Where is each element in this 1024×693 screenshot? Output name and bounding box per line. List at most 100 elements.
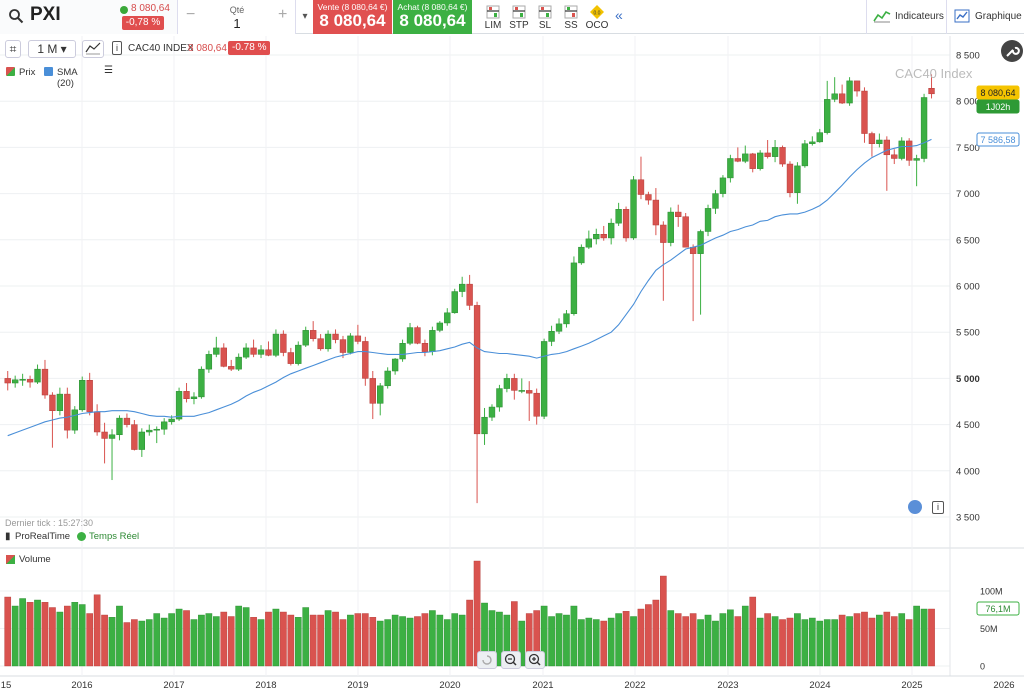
candle-body [757, 152, 764, 169]
volume-bar [578, 619, 585, 667]
symbol-ticker[interactable]: PXI [30, 4, 61, 26]
candle-body [131, 424, 138, 450]
volume-bar [466, 599, 473, 667]
volume-bar [265, 611, 272, 667]
candle-body [86, 379, 93, 412]
volume-legend-swatch[interactable] [6, 555, 15, 564]
volume-bar [630, 616, 637, 667]
candle-body [637, 179, 645, 195]
candle-body [481, 416, 488, 435]
candle-body [362, 341, 369, 379]
y-tick-label: 4 500 [956, 420, 980, 431]
volume-bar [354, 613, 362, 667]
period-select[interactable]: 1 M ▾ [28, 40, 76, 58]
volume-tick-label: 0 [980, 662, 985, 672]
candle-body [265, 349, 272, 356]
candle-body [56, 393, 64, 411]
legend-list-icon[interactable]: ☰ [104, 65, 113, 76]
buy-price: 8 080,64 [399, 11, 466, 30]
volume-bar [71, 602, 79, 667]
price-legend-swatch[interactable] [6, 67, 15, 76]
volume-bar [302, 607, 310, 667]
volume-bar [607, 617, 615, 667]
candle-body [891, 154, 898, 159]
candle-body [377, 385, 384, 404]
zoom-in-button[interactable] [525, 651, 545, 669]
price-chart[interactable]: 3 500 4 000 4 500 5 000 5 500 6 000 6 500 7 000… [0, 36, 1024, 693]
buy-button[interactable]: Achat (8 080,64 €) 8 080,64 [393, 0, 472, 34]
volume-bar [786, 617, 794, 667]
sell-price: 8 080,64 [319, 11, 386, 30]
top-toolbar: PXI 8 080,64 -0,78 % − Qté 1 + ▾ Vente (… [0, 0, 1024, 34]
search-icon[interactable] [8, 8, 24, 24]
indicators-button[interactable]: Indicateurs [866, 0, 944, 34]
candle-body [41, 368, 49, 396]
candle-body [622, 209, 630, 239]
candle-body [123, 417, 131, 425]
candle-body [287, 352, 294, 364]
instrument-change-badge: -0.78 % [228, 41, 271, 55]
volume-bar [294, 617, 302, 667]
candle-body [652, 199, 660, 226]
chart-type-icon[interactable] [82, 40, 104, 58]
symbol-search[interactable]: PXI 8 080,64 -0,78 % [0, 0, 178, 34]
volume-legend-label: Volume [19, 554, 51, 565]
volume-bar [652, 599, 660, 667]
market-open-icon [120, 6, 128, 14]
x-tick-label: 15 [1, 680, 12, 691]
sell-button[interactable]: Vente (8 080,64 €) 8 080,64 [313, 0, 392, 34]
candle-body [779, 147, 786, 165]
chart-type-glyph [85, 42, 101, 55]
y-tick-label: 6 500 [956, 235, 980, 246]
volume-bar [637, 608, 645, 667]
candle-body [198, 368, 205, 398]
candle-body [913, 158, 920, 161]
volume-bar [615, 613, 622, 667]
volume-bar [920, 608, 928, 667]
candle-body [578, 246, 585, 264]
sma-legend-label: SMA (20) [57, 67, 78, 89]
x-tick-label: 2016 [71, 680, 92, 691]
chevron-down-icon[interactable]: ▾ [297, 0, 313, 34]
info-icon[interactable]: i [112, 41, 122, 55]
candle-body [794, 165, 801, 193]
candle-body [593, 234, 600, 240]
candle-body [555, 323, 563, 332]
chart-settings-button[interactable]: Graphique [946, 0, 1024, 34]
order-tool-oco[interactable]: 0.0 OCO [584, 3, 610, 33]
reset-zoom-button[interactable] [477, 651, 497, 669]
candle-body [26, 379, 34, 383]
quantity-increment-button[interactable]: + [278, 6, 287, 24]
layout-toggle-icon[interactable]: ⌗ [5, 40, 21, 58]
candle-body [49, 394, 56, 411]
candle-body [153, 428, 160, 431]
events-icon[interactable] [908, 500, 922, 514]
short-sell-icon [564, 5, 578, 19]
volume-bar [175, 608, 183, 667]
volume-bar [600, 620, 608, 667]
candle-body [116, 417, 123, 436]
sma-legend-swatch[interactable] [44, 67, 53, 76]
wrench-icon[interactable] [1001, 40, 1023, 62]
candle-body [533, 392, 540, 417]
stop-loss-icon [538, 5, 552, 19]
volume-bar [443, 619, 451, 667]
volume-bar [756, 617, 764, 667]
volume-value-badge: 76,1M [985, 604, 1010, 614]
volume-bar [734, 616, 742, 667]
volume-bar [697, 619, 704, 667]
candle-body [12, 379, 19, 384]
volume-bar [26, 602, 34, 667]
collapse-chevrons-icon[interactable]: « [615, 7, 623, 23]
candle-body [272, 333, 280, 356]
x-tick-label: 2019 [347, 680, 368, 691]
candle-body [332, 333, 339, 340]
quantity-stepper[interactable]: − Qté 1 + [178, 0, 296, 34]
candle-body [161, 421, 168, 430]
candle-body [93, 411, 101, 433]
zoom-out-button[interactable] [501, 651, 521, 669]
volume-bar [838, 614, 846, 667]
candle-body [205, 354, 213, 370]
candle-body [250, 347, 257, 355]
chart-info-icon[interactable]: i [932, 501, 944, 514]
